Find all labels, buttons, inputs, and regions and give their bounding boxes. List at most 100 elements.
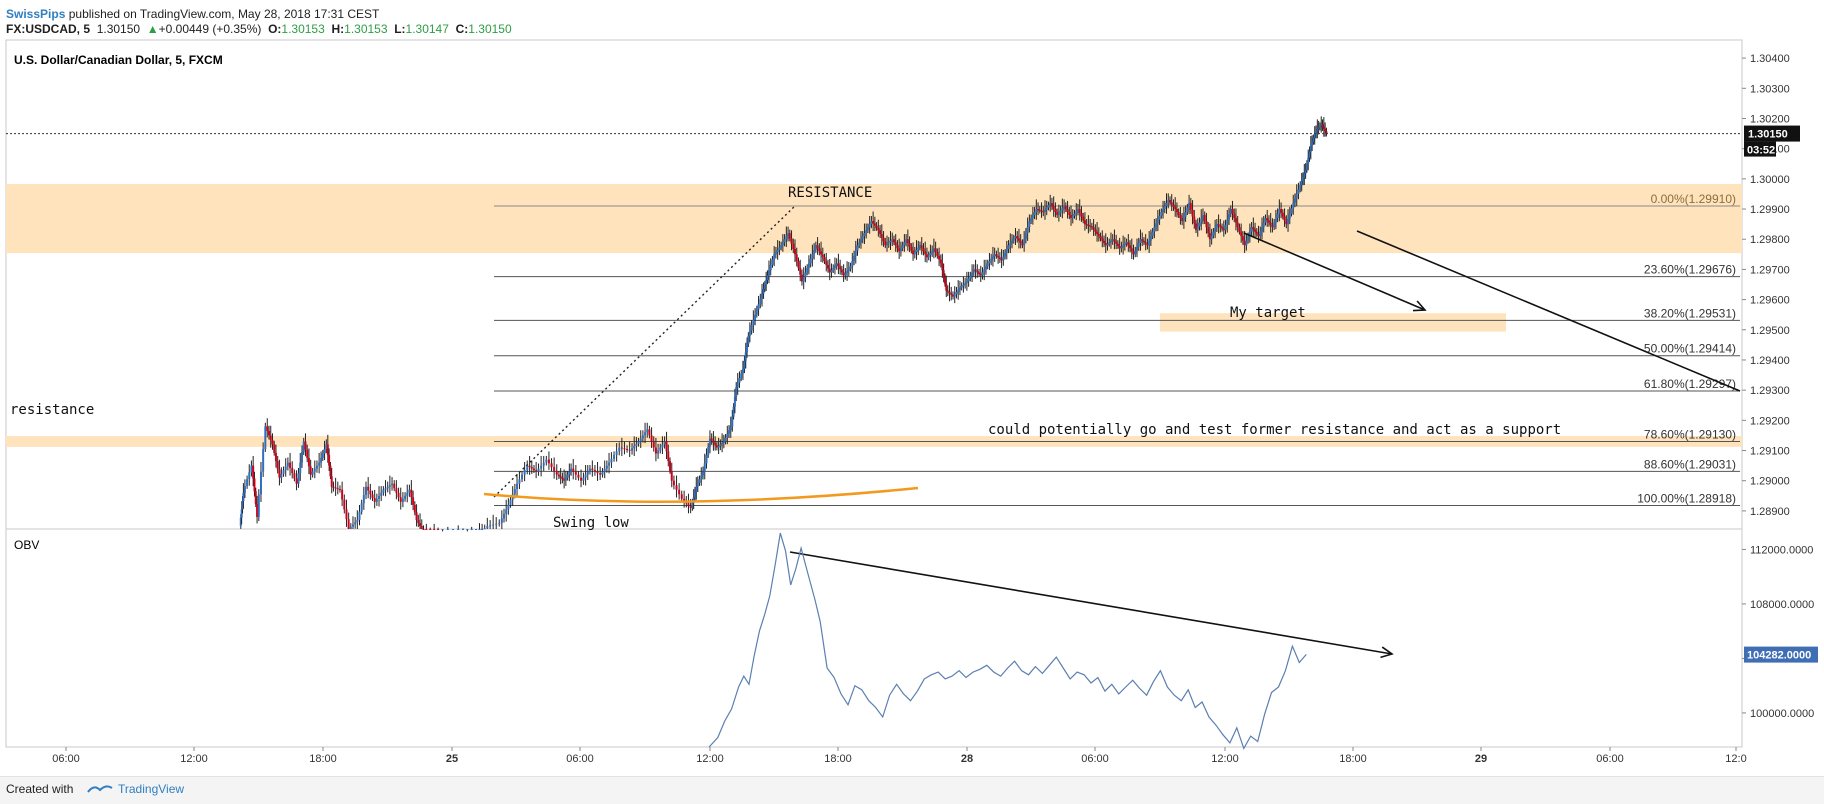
candle-body	[1324, 129, 1327, 132]
candle-body	[1240, 231, 1243, 237]
candle-body	[563, 479, 566, 481]
candle-body	[942, 270, 945, 277]
price-tick-label: 1.29900	[1750, 204, 1790, 216]
candle-body	[1238, 227, 1241, 232]
candle-body	[1280, 209, 1283, 213]
candle-body	[1134, 250, 1137, 255]
candle-body	[988, 261, 991, 264]
obv-tick-label: 100000.0000	[1750, 708, 1814, 720]
candle-body	[1231, 209, 1234, 214]
candle-body	[1148, 240, 1151, 246]
candle-body	[917, 247, 920, 250]
candle-body	[252, 465, 255, 479]
candle-body	[856, 245, 859, 251]
candle-body	[1317, 127, 1320, 130]
candle-body	[687, 503, 690, 506]
candle-body	[986, 263, 989, 267]
candle-body	[1233, 213, 1236, 219]
candle-body	[1090, 226, 1093, 228]
candle-body	[1037, 209, 1040, 211]
candle-body	[990, 258, 993, 262]
price-tick-label: 1.29500	[1750, 325, 1790, 337]
candle-body	[492, 524, 495, 526]
candle-body	[1188, 203, 1191, 208]
candle-body	[965, 281, 968, 283]
candle-body	[475, 529, 478, 530]
candle-body	[1103, 240, 1106, 243]
candle-body	[950, 293, 953, 296]
candle-body	[530, 467, 533, 469]
candle-body	[969, 275, 972, 279]
candle-body	[652, 441, 655, 448]
candle-body	[415, 512, 418, 520]
candle-body	[266, 426, 269, 431]
candle-body	[809, 258, 812, 264]
candle-body	[675, 485, 678, 490]
candle-body	[526, 465, 529, 471]
candle-body	[1250, 227, 1253, 232]
candle-body	[1047, 205, 1050, 208]
candle-body	[1303, 173, 1306, 178]
candle-body	[998, 257, 1001, 259]
candle-body	[814, 245, 817, 250]
candle-body	[289, 462, 292, 468]
candle-body	[557, 474, 560, 477]
candle-body	[859, 239, 862, 243]
candle-body	[702, 471, 705, 476]
candle-body	[280, 473, 283, 478]
candle-body	[646, 429, 649, 433]
candle-body	[1104, 242, 1107, 246]
candle-body	[830, 270, 833, 273]
candle-body	[566, 474, 569, 478]
candle-body	[932, 248, 935, 251]
candle-body	[915, 249, 918, 253]
price-tick-label: 1.29300	[1750, 385, 1790, 397]
candle-body	[769, 264, 772, 271]
candle-body	[507, 504, 510, 510]
candle-body	[422, 529, 425, 530]
candle-body	[532, 468, 535, 471]
tradingview-link[interactable]: TradingView	[118, 782, 184, 796]
candle-body	[380, 492, 383, 496]
candle-body	[823, 257, 826, 262]
candle-body	[437, 529, 440, 530]
candle-body	[804, 272, 807, 277]
candle-body	[714, 442, 717, 446]
candle-body	[1123, 243, 1126, 246]
candle-body	[1193, 216, 1196, 224]
candle-body	[1226, 219, 1229, 225]
candle-body	[892, 239, 895, 243]
candle-body	[1217, 224, 1220, 226]
candle-body	[1014, 236, 1017, 239]
fib-label: 23.60%(1.29676)	[1644, 263, 1736, 277]
candle-body	[1118, 246, 1121, 249]
candle-body	[425, 529, 428, 530]
candle-body	[1269, 222, 1272, 225]
candle-body	[623, 448, 626, 450]
candle-body	[297, 473, 300, 484]
candle-body	[813, 249, 816, 255]
candle-body	[302, 441, 305, 453]
candle-body	[1186, 207, 1189, 213]
candle-body	[978, 272, 981, 274]
candle-body	[540, 465, 543, 469]
candle-body	[269, 435, 272, 440]
candle-body	[596, 471, 599, 474]
candle-body	[880, 233, 883, 238]
chart-canvas[interactable]: 0.00%(1.29910) 23.60%(1.29676) 38.20%(1.29…	[0, 0, 1824, 776]
candle-body	[960, 286, 963, 288]
candle-body	[599, 473, 602, 475]
candle-body	[735, 387, 738, 397]
candle-body	[1273, 222, 1276, 228]
obv-divergence-arrow	[789, 551, 1393, 655]
candle-body	[731, 416, 734, 427]
price-tick-label: 1.30000	[1750, 174, 1790, 186]
candle-body	[373, 498, 376, 502]
candle-body	[840, 269, 843, 273]
candle-body	[1167, 199, 1170, 203]
candle-body	[946, 290, 949, 293]
candle-body	[321, 453, 324, 459]
candle-body	[1321, 124, 1324, 127]
candle-body	[1208, 233, 1211, 240]
candle-body	[717, 445, 720, 448]
